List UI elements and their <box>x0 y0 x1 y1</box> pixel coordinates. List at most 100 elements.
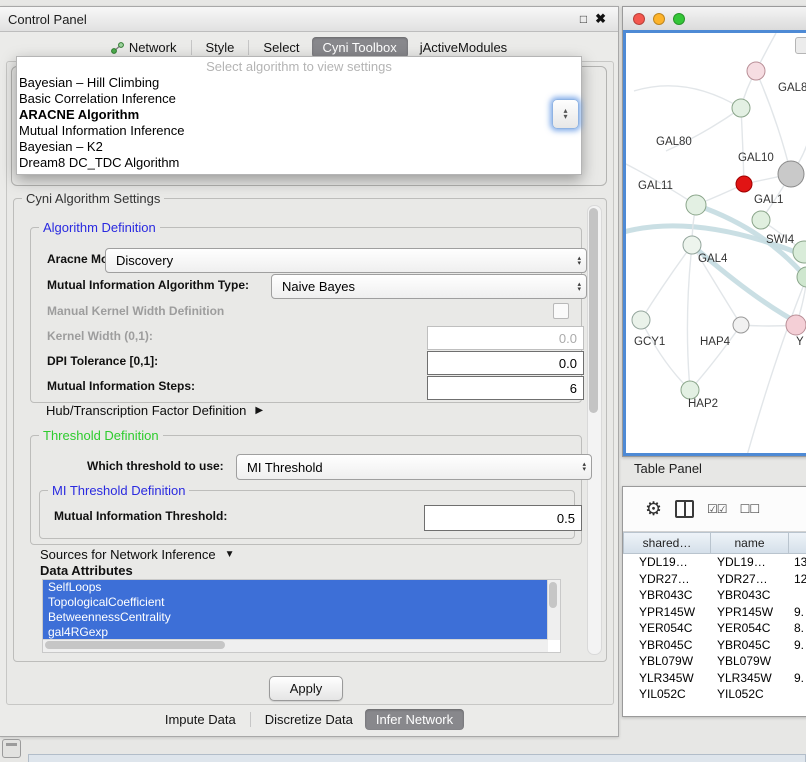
minimize-button[interactable] <box>653 13 665 25</box>
tab-select[interactable]: Select <box>252 37 310 58</box>
algorithm-dropdown: Select algorithm to view settings Bayesi… <box>16 56 582 175</box>
threshold-definition-group: Threshold Definition Which threshold to … <box>30 435 582 545</box>
network-edge[interactable] <box>641 245 692 320</box>
apply-button[interactable]: Apply <box>269 676 343 701</box>
zoom-button[interactable] <box>673 13 685 25</box>
table-row[interactable]: YDR27…YDR27…12 <box>623 571 806 588</box>
network-edge[interactable] <box>746 277 806 453</box>
table-panel-title: Table Panel <box>634 461 702 476</box>
node-label: GAL10 <box>738 152 774 164</box>
list-vertical-scrollbar[interactable] <box>547 580 560 640</box>
mi-steps-label: Mutual Information Steps: <box>47 379 195 393</box>
scrollbar-thumb[interactable] <box>549 582 557 608</box>
algorithm-combo-stepper[interactable]: ▴ ▾ <box>552 99 579 129</box>
which-threshold-select[interactable]: MI Threshold ▴▾ <box>236 454 592 480</box>
settings-scrollbar[interactable] <box>587 205 602 655</box>
data-attribute-item[interactable]: BetweennessCentrality <box>43 610 548 625</box>
data-attribute-item[interactable]: SelfLoops <box>43 580 548 595</box>
network-node[interactable] <box>778 161 804 187</box>
network-node[interactable] <box>752 211 770 229</box>
algorithm-option[interactable]: Dream8 DC_TDC Algorithm <box>17 155 581 171</box>
algorithm-option[interactable]: Bayesian – Hill Climbing <box>17 75 581 91</box>
network-edge[interactable] <box>634 86 741 108</box>
algorithm-option[interactable]: Bayesian – K2 <box>17 139 581 155</box>
tab-impute-data[interactable]: Impute Data <box>154 709 247 730</box>
network-view-window: GAL8GAL80GAL10GAL11GAL1SWI4GAL4GCY1HAP4Y… <box>622 6 806 457</box>
tab-jactivemodules[interactable]: jActiveModules <box>409 37 518 58</box>
bottom-panel-strip <box>28 754 806 762</box>
network-edge[interactable] <box>687 245 692 390</box>
close-button[interactable] <box>633 13 645 25</box>
network-node[interactable] <box>686 195 706 215</box>
tab-network[interactable]: Network <box>100 37 188 58</box>
tab-cyni-toolbox[interactable]: Cyni Toolbox <box>312 37 408 58</box>
mi-algorithm-type-select[interactable]: Naive Bayes ▴▾ <box>271 274 587 299</box>
deselect-all-icon[interactable]: ☐☐ <box>740 502 760 516</box>
float-icon[interactable]: □ <box>576 12 591 26</box>
table-row[interactable]: YIL052CYIL052C <box>623 686 806 703</box>
kernel-width-field[interactable]: 0.0 <box>427 326 584 350</box>
gear-icon[interactable]: ⚙ <box>645 500 662 519</box>
dpi-tolerance-field[interactable]: 0.0 <box>427 351 584 375</box>
node-label: GAL11 <box>638 180 673 192</box>
algorithm-option[interactable]: Mutual Information Inference <box>17 123 581 139</box>
table-row[interactable]: YDL19…YDL19…13 <box>623 554 806 571</box>
network-edge[interactable] <box>741 108 744 184</box>
close-icon[interactable]: ✖ <box>591 11 610 27</box>
node-label: Y <box>796 336 804 348</box>
network-node[interactable] <box>732 99 750 117</box>
node-label: SWI4 <box>766 234 795 246</box>
kernel-width-label: Kernel Width (0,1): <box>47 329 153 343</box>
network-canvas[interactable]: GAL8GAL80GAL10GAL11GAL1SWI4GAL4GCY1HAP4Y… <box>626 33 806 453</box>
table-cell: 13 <box>789 554 806 571</box>
network-edge[interactable] <box>690 325 741 390</box>
table-cell: 9. <box>789 670 806 687</box>
mi-steps-field[interactable]: 6 <box>427 376 584 400</box>
spinner-down-icon: ▾ <box>563 114 567 120</box>
column-header-cut[interactable] <box>789 532 806 554</box>
algorithm-option[interactable]: ARACNE Algorithm <box>17 107 581 123</box>
dropdown-items: Bayesian – Hill ClimbingBasic Correlatio… <box>17 75 581 171</box>
panel-title: Control Panel <box>8 12 576 27</box>
tab-style[interactable]: Style <box>195 37 246 58</box>
network-node[interactable] <box>786 315 806 335</box>
table-row[interactable]: YPR145WYPR145W9. <box>623 604 806 621</box>
docked-panel-icon[interactable] <box>2 739 21 758</box>
hub-definition-expander[interactable]: Hub/Transcription Factor Definition ▶ <box>46 403 263 418</box>
mi-threshold-field[interactable]: 0.5 <box>424 505 582 531</box>
list-horizontal-scrollbar[interactable] <box>43 639 548 652</box>
tab-discretize-data[interactable]: Discretize Data <box>254 709 364 730</box>
tab-separator <box>191 40 192 55</box>
algorithm-option[interactable]: Basic Correlation Inference <box>17 91 581 107</box>
table-body: YDL19…YDL19…13YDR27…YDR27…12YBR043CYBR04… <box>623 554 806 703</box>
network-node[interactable] <box>736 176 752 192</box>
table-row[interactable]: YLR345WYLR345W9. <box>623 670 806 687</box>
data-attribute-item[interactable]: TopologicalCoefficient <box>43 595 548 610</box>
columns-icon[interactable] <box>675 500 694 518</box>
stepper-icon: ▴▾ <box>577 282 581 292</box>
select-all-icon[interactable]: ☑☑ <box>707 502 727 516</box>
table-row[interactable]: YBL079WYBL079W <box>623 653 806 670</box>
network-node[interactable] <box>733 317 749 333</box>
table-cell <box>789 686 806 703</box>
network-node[interactable] <box>632 311 650 329</box>
network-node[interactable] <box>683 236 701 254</box>
network-node[interactable] <box>681 381 699 399</box>
manual-kernel-width-checkbox[interactable] <box>553 303 569 319</box>
node-label: GAL8 <box>778 82 806 94</box>
column-header-shared-name[interactable]: shared… <box>623 532 711 554</box>
sources-expander[interactable]: Sources for Network Inference ▼ <box>40 547 234 562</box>
tab-infer-network[interactable]: Infer Network <box>365 709 464 730</box>
table-row[interactable]: YER054CYER054C8. <box>623 620 806 637</box>
network-edge[interactable] <box>641 320 690 390</box>
table-row[interactable]: YBR045CYBR045C9. <box>623 637 806 654</box>
data-attribute-item[interactable]: gal4RGexp <box>43 625 548 640</box>
table-row[interactable]: YBR043CYBR043C <box>623 587 806 604</box>
view-gadget[interactable] <box>795 37 806 54</box>
aracne-mode-select[interactable]: Discovery ▴▾ <box>105 248 587 273</box>
table-cell: YBR043C <box>711 587 789 604</box>
network-node[interactable] <box>747 62 765 80</box>
column-header-name[interactable]: name <box>711 532 789 554</box>
settings-scrollbar-thumb[interactable] <box>589 208 598 413</box>
scrollbar-thumb[interactable] <box>45 641 225 649</box>
